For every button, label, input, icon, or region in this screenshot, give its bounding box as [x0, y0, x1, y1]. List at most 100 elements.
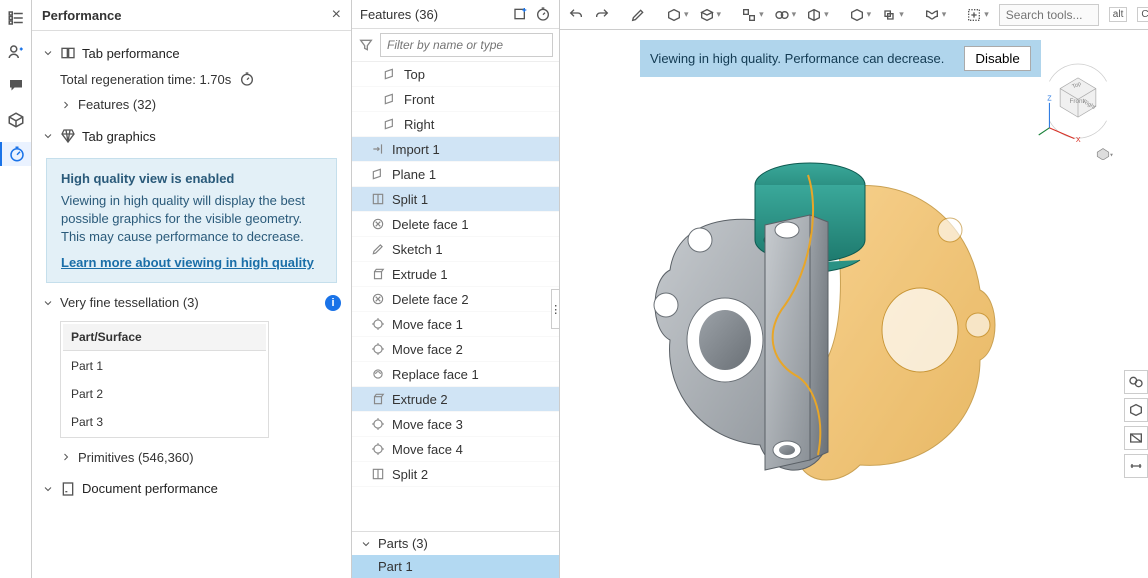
- plane-icon: [382, 91, 398, 107]
- gem-icon: [60, 128, 76, 144]
- primitives-link[interactable]: Primitives (546,360): [42, 444, 341, 471]
- delface-icon: [370, 291, 386, 307]
- right-rail: [1124, 370, 1148, 478]
- feature-item[interactable]: Sketch 1: [352, 237, 559, 262]
- search-input[interactable]: [999, 4, 1099, 26]
- undo-button[interactable]: [568, 7, 584, 23]
- filter-icon[interactable]: [358, 37, 374, 53]
- rail-comments-icon[interactable]: [4, 74, 28, 98]
- table-row[interactable]: Part 3: [63, 409, 266, 435]
- surface-tool[interactable]: ▾: [924, 7, 947, 23]
- section-icon[interactable]: [1124, 426, 1148, 450]
- boolean-tool[interactable]: ▾: [881, 7, 904, 23]
- feature-list: TopFrontRightImport 1Plane 1Split 1Delet…: [352, 62, 559, 531]
- rail-performance-icon[interactable]: [0, 142, 31, 166]
- plane-icon: [382, 66, 398, 82]
- stopwatch-icon: [239, 71, 255, 87]
- close-icon[interactable]: ×: [332, 6, 341, 24]
- info-title: High quality view is enabled: [61, 171, 322, 186]
- feature-item[interactable]: Extrude 2: [352, 387, 559, 412]
- feature-item[interactable]: Import 1: [352, 137, 559, 162]
- moveface-icon: [370, 316, 386, 332]
- svg-text:Z: Z: [1047, 95, 1052, 103]
- part-item[interactable]: Part 1: [352, 555, 559, 578]
- performance-header: Performance ×: [32, 0, 351, 31]
- feature-item[interactable]: Delete face 1: [352, 212, 559, 237]
- features-header: Features (36): [352, 0, 559, 29]
- home-icon[interactable]: ▾: [1097, 149, 1113, 160]
- feature-item[interactable]: Extrude 1: [352, 262, 559, 287]
- replace-icon: [370, 366, 386, 382]
- feature-item[interactable]: Replace face 1: [352, 362, 559, 387]
- redo-button[interactable]: [594, 7, 610, 23]
- feature-item[interactable]: Front: [352, 87, 559, 112]
- extrude-tool[interactable]: ▾: [666, 7, 689, 23]
- svg-text:▾: ▾: [1110, 152, 1113, 158]
- tessellation-section[interactable]: Very fine tessellation (3) i: [42, 291, 341, 315]
- parts-table: Part/Surface Part 1Part 2Part 3: [60, 321, 269, 438]
- rail-box-icon[interactable]: [4, 108, 28, 132]
- viewport[interactable]: ▾ ▾ ▾ ▾ ▾ ▾ ▾ ▾ ▾ alt C Viewing in high …: [560, 0, 1148, 578]
- plane-icon: [370, 166, 386, 182]
- revolve-tool[interactable]: ▾: [699, 7, 722, 23]
- feature-item[interactable]: Move face 1: [352, 312, 559, 337]
- moveface-icon: [370, 416, 386, 432]
- transform-tool[interactable]: ▾: [849, 7, 872, 23]
- model-view[interactable]: [610, 130, 1030, 550]
- top-toolbar: ▾ ▾ ▾ ▾ ▾ ▾ ▾ ▾ ▾ alt C: [560, 0, 1148, 30]
- view-cube[interactable]: Front Top Right Z X ▾: [1028, 60, 1128, 160]
- feature-item[interactable]: Move face 3: [352, 412, 559, 437]
- features-link[interactable]: Features (32): [42, 91, 341, 118]
- feature-item[interactable]: Top: [352, 62, 559, 87]
- tab-performance-section[interactable]: Tab performance: [42, 39, 341, 67]
- split-icon: [370, 466, 386, 482]
- c-kbd: C: [1137, 7, 1148, 22]
- split-icon: [370, 191, 386, 207]
- moveface-icon: [370, 441, 386, 457]
- filter-input[interactable]: [380, 33, 553, 57]
- quality-message: Viewing in high quality. Performance can…: [640, 40, 1041, 77]
- parts-section[interactable]: Parts (3): [352, 531, 559, 555]
- shell-tool[interactable]: ▾: [774, 7, 797, 23]
- disable-button[interactable]: Disable: [964, 46, 1030, 71]
- feature-item[interactable]: Plane 1: [352, 162, 559, 187]
- table-row[interactable]: Part 1: [63, 353, 266, 379]
- add-feature-icon[interactable]: [513, 6, 529, 22]
- sketch-tool[interactable]: [630, 7, 646, 23]
- alt-kbd: alt: [1109, 7, 1128, 22]
- measure-icon[interactable]: [1124, 454, 1148, 478]
- fillet-tool[interactable]: ▾: [741, 7, 764, 23]
- rail-config-icon[interactable]: [4, 6, 28, 30]
- svg-text:X: X: [1076, 136, 1081, 144]
- document-icon: [60, 481, 76, 497]
- rail-add-person-icon[interactable]: [4, 40, 28, 64]
- feature-item[interactable]: Delete face 2: [352, 287, 559, 312]
- feature-item[interactable]: Split 2: [352, 462, 559, 487]
- tab-graphics-section[interactable]: Tab graphics: [42, 122, 341, 150]
- performance-title: Performance: [42, 8, 121, 23]
- filter-row: [352, 29, 559, 62]
- plane-icon: [382, 116, 398, 132]
- delface-icon: [370, 216, 386, 232]
- feature-item[interactable]: Move face 4: [352, 437, 559, 462]
- doc-performance-section[interactable]: Document performance: [42, 475, 341, 503]
- quality-info-box: High quality view is enabled Viewing in …: [46, 158, 337, 283]
- table-row[interactable]: Part 2: [63, 381, 266, 407]
- sketch-icon: [370, 241, 386, 257]
- performance-panel: Performance × Tab performance Total rege…: [32, 0, 352, 578]
- learn-more-link[interactable]: Learn more about viewing in high quality: [61, 255, 314, 270]
- rollback-icon[interactable]: [535, 6, 551, 22]
- select-tool[interactable]: ▾: [966, 7, 989, 23]
- info-body: Viewing in high quality will display the…: [61, 192, 322, 247]
- isometric-icon[interactable]: [1124, 398, 1148, 422]
- feature-item[interactable]: Split 1: [352, 187, 559, 212]
- panel-handle[interactable]: ⋮≡: [551, 289, 560, 329]
- feature-item[interactable]: Right: [352, 112, 559, 137]
- appearance-icon[interactable]: [1124, 370, 1148, 394]
- draft-tool[interactable]: ▾: [806, 7, 829, 23]
- extrude-icon: [370, 391, 386, 407]
- feature-item[interactable]: Move face 2: [352, 337, 559, 362]
- import-icon: [370, 141, 386, 157]
- info-icon[interactable]: i: [325, 295, 341, 311]
- feature-panel: Features (36) TopFrontRightImport 1Plane…: [352, 0, 560, 578]
